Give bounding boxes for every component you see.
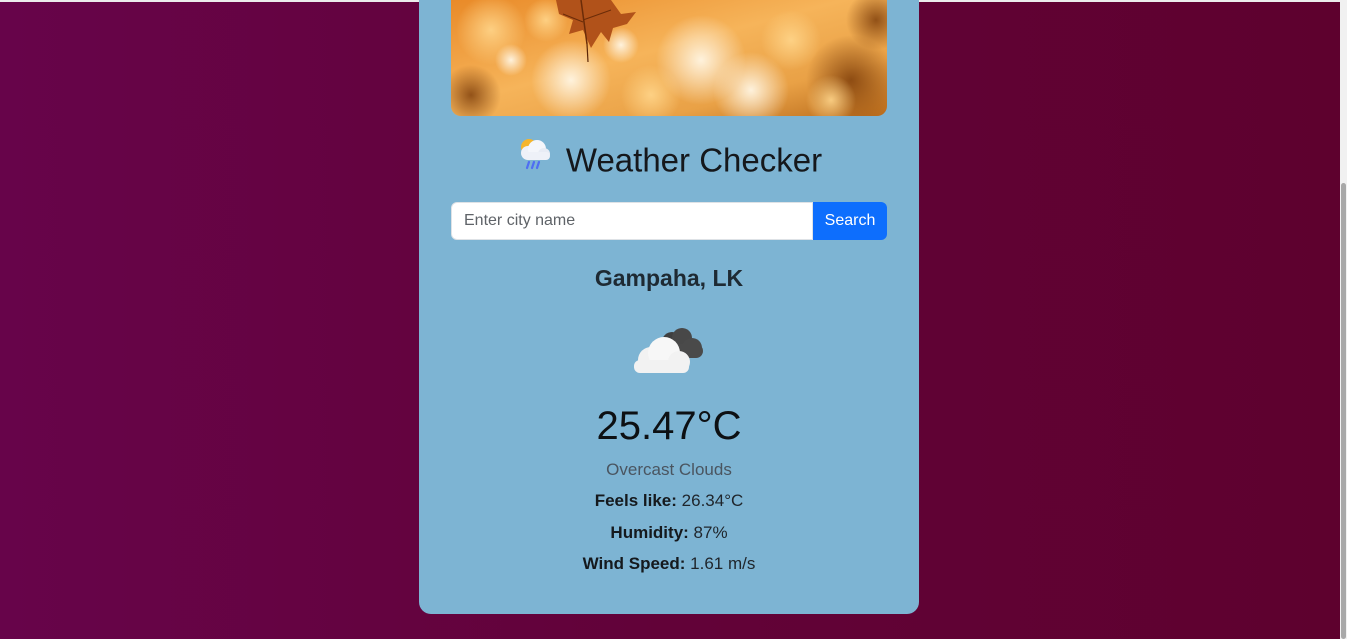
hero-image: [451, 0, 887, 116]
humidity-value: 87%: [693, 523, 728, 542]
search-bar: Search: [451, 202, 887, 240]
wind-speed-row: Wind Speed: 1.61 m/s: [419, 554, 919, 574]
weather-card: Weather Checker Search Gampaha, LK 25.47…: [419, 0, 919, 614]
sun-behind-rain-cloud-icon: [516, 136, 552, 178]
scrollbar-thumb[interactable]: [1341, 183, 1346, 639]
search-button[interactable]: Search: [813, 202, 887, 240]
weather-description: Overcast Clouds: [606, 460, 732, 479]
feels-like-row: Feels like: 26.34°C: [419, 491, 919, 511]
page-title: Weather Checker: [419, 139, 919, 181]
wind-speed-value: 1.61 m/s: [690, 554, 756, 573]
vertical-scrollbar[interactable]: [1340, 0, 1347, 639]
feels-like-label: Feels like:: [594, 491, 677, 510]
wind-speed-label: Wind Speed:: [582, 554, 686, 573]
city-search-input[interactable]: [451, 202, 813, 240]
temperature: 25.47°C: [596, 404, 742, 448]
city-name: Gampaha, LK: [594, 265, 744, 291]
page-title-text: Weather Checker: [565, 141, 823, 179]
humidity-label: Humidity:: [610, 523, 689, 542]
humidity-row: Humidity: 87%: [419, 523, 919, 543]
feels-like-value: 26.34°C: [681, 491, 744, 510]
overcast-clouds-icon: [629, 320, 709, 380]
